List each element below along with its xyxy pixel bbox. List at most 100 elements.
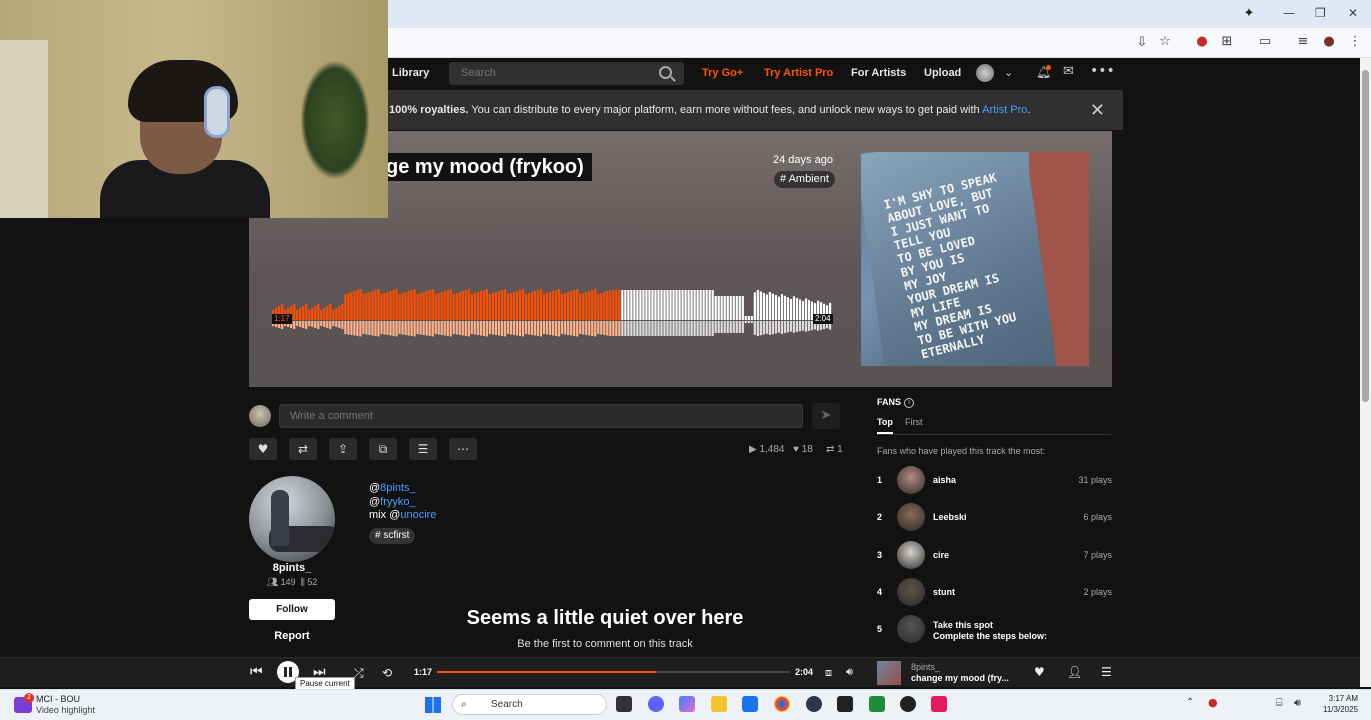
file-explorer-icon[interactable] — [711, 696, 727, 712]
nav-try-artist-pro[interactable]: Try Artist Pro — [764, 67, 833, 79]
fan-name[interactable]: stunt — [933, 587, 955, 597]
fan-row[interactable]: 4 stunt 2 plays — [877, 577, 1112, 607]
send-icon[interactable]: ➤ — [812, 403, 840, 429]
user-avatar[interactable] — [976, 64, 994, 82]
more-actions-button[interactable]: ⋯ — [449, 438, 477, 460]
copy-link-button[interactable]: ⧉ — [369, 438, 397, 460]
player-artist[interactable]: 8pints_ — [911, 662, 940, 672]
fan-avatar[interactable] — [897, 578, 925, 606]
search-box[interactable] — [449, 62, 684, 85]
tray-app-icon[interactable]: ● — [1208, 696, 1218, 709]
fan-avatar[interactable] — [897, 541, 925, 569]
artist-pro-link[interactable]: Artist Pro — [982, 104, 1027, 116]
gemini-icon[interactable]: ✦ — [1240, 6, 1258, 22]
shuffle-icon[interactable]: ⤮ — [354, 666, 364, 681]
tray-chevron-icon[interactable]: ⌃ — [1186, 697, 1194, 708]
fan-row[interactable]: 3 cire 7 plays — [877, 540, 1112, 570]
fan-name[interactable]: Leebski — [933, 512, 967, 522]
track-artwork[interactable]: I'M SHY TO SPEAK ABOUT LOVE, BUT I JUST … — [861, 152, 1089, 366]
taskbar-search[interactable]: ⌕ Search — [452, 694, 607, 715]
search-icon[interactable] — [659, 66, 672, 79]
nav-upload[interactable]: Upload — [924, 67, 961, 79]
restore-button[interactable]: ❐ — [1315, 6, 1326, 20]
speaker-icon[interactable]: 🔊︎ — [1294, 696, 1301, 710]
description-tag[interactable]: # scfirst — [369, 528, 416, 544]
nav-try-go-plus[interactable]: Try Go+ — [702, 67, 743, 79]
fan-name[interactable]: Take this spot — [933, 620, 993, 630]
task-view-icon[interactable] — [616, 696, 632, 712]
player-artwork[interactable] — [877, 661, 901, 685]
media-control-icon[interactable]: ≡ — [1294, 34, 1312, 50]
screen-search-icon[interactable]: ▭ — [1256, 34, 1274, 50]
fan-name[interactable]: aisha — [933, 475, 956, 485]
like-button[interactable]: ♥ — [249, 438, 277, 460]
messages-icon[interactable]: ✉ — [1063, 64, 1074, 79]
next-icon[interactable]: ⏭︎ — [313, 664, 326, 680]
chrome-icon[interactable] — [774, 696, 790, 712]
copilot-icon[interactable] — [679, 696, 695, 712]
close-icon[interactable]: ✕ — [1090, 100, 1105, 121]
nav-library[interactable]: Library — [392, 67, 429, 79]
more-menu-icon[interactable]: ••• — [1090, 63, 1115, 79]
like-count[interactable]: ♥ 18 — [793, 444, 813, 455]
genre-tag[interactable]: # Ambient — [774, 171, 835, 188]
steam-icon[interactable] — [806, 696, 822, 712]
scrollbar-thumb[interactable] — [1362, 70, 1369, 402]
store-icon[interactable] — [742, 696, 758, 712]
share-button[interactable]: ⇪ — [329, 438, 357, 460]
volume-icon[interactable]: 🔊︎ — [846, 665, 853, 679]
windows-start-icon[interactable] — [425, 697, 441, 713]
waveform-reflection — [747, 321, 750, 323]
xbox-icon[interactable] — [869, 696, 885, 712]
follow-artist-icon[interactable]: 👤︎ — [1067, 665, 1082, 679]
epic-games-icon[interactable] — [837, 696, 853, 712]
fan-row[interactable]: 1 aisha 31 plays — [877, 465, 1112, 495]
obs-icon[interactable] — [900, 696, 916, 712]
fan-avatar[interactable] — [897, 503, 925, 531]
browser-menu-icon[interactable]: ⋮ — [1346, 34, 1364, 50]
repost-count[interactable]: ⇄ 1 — [826, 444, 843, 455]
mention-8pints[interactable]: 8pints_ — [380, 482, 415, 494]
player-track-title[interactable]: change my mood (fry... — [911, 673, 1009, 683]
repost-button[interactable]: ⇄ — [289, 438, 317, 460]
extension-badge-icon[interactable]: ● — [1193, 34, 1211, 50]
tiktok-icon[interactable] — [931, 696, 947, 712]
waveform[interactable] — [272, 278, 832, 344]
chevron-down-icon[interactable]: ⌄ — [1004, 66, 1013, 79]
fan-name[interactable]: cire — [933, 550, 949, 560]
artist-name[interactable]: 8pints_ — [249, 562, 335, 574]
tab-top[interactable]: Top — [877, 417, 893, 434]
install-app-icon[interactable]: ⇩ — [1133, 35, 1151, 51]
fan-avatar[interactable] — [897, 615, 925, 643]
tab-first[interactable]: First — [905, 417, 923, 432]
news-subtitle[interactable]: Video highlight — [36, 705, 95, 715]
nav-for-artists[interactable]: For Artists — [851, 67, 906, 79]
minimize-button[interactable]: — — [1283, 6, 1295, 20]
progress-bar[interactable] — [437, 671, 789, 673]
fan-row[interactable]: 2 Leebski 6 plays — [877, 502, 1112, 532]
previous-icon[interactable]: ⏮︎ — [250, 664, 263, 680]
player-like-icon[interactable]: ♥ — [1034, 665, 1045, 679]
wifi-icon[interactable]: ⌸ — [1276, 696, 1283, 710]
fan-avatar[interactable] — [897, 466, 925, 494]
mention-fryyko[interactable]: fryyko_ — [380, 496, 415, 508]
cast-icon[interactable]: ⧈ — [825, 666, 832, 680]
profile-avatar-icon[interactable]: ● — [1320, 34, 1338, 50]
comment-input[interactable] — [279, 404, 803, 428]
report-link[interactable]: Report — [249, 630, 335, 642]
add-to-playlist-button[interactable]: ☰ — [409, 438, 437, 460]
artist-avatar[interactable] — [249, 476, 335, 562]
discord-icon[interactable] — [648, 696, 664, 712]
news-headline[interactable]: MCI - BOU — [36, 694, 80, 704]
repeat-icon[interactable]: ⟲ — [382, 666, 392, 680]
fan-row[interactable]: 5 Take this spot Complete the steps below: — [877, 614, 1112, 644]
search-input[interactable] — [461, 67, 651, 79]
taskbar-clock[interactable]: 3:17 AM 11/3/2025 — [1312, 693, 1358, 715]
info-icon[interactable]: i — [904, 398, 914, 408]
extensions-puzzle-icon[interactable]: ⊞ — [1218, 34, 1236, 50]
queue-icon[interactable]: ☰ — [1101, 665, 1112, 679]
mention-unocire[interactable]: unocire — [400, 509, 436, 521]
follow-button[interactable]: Follow — [249, 599, 335, 620]
bookmark-star-icon[interactable]: ☆ — [1156, 34, 1174, 50]
close-window-button[interactable]: ✕ — [1348, 6, 1358, 20]
